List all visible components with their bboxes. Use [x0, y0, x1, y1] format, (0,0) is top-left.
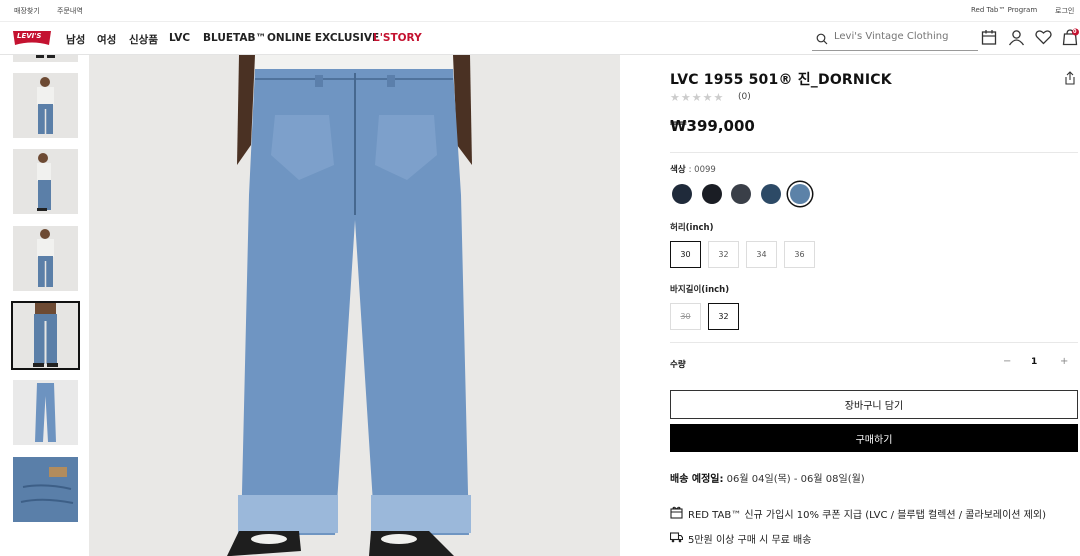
thumbnail-strip [0, 55, 89, 556]
length-size-30[interactable]: 30 [670, 303, 701, 330]
share-icon[interactable] [1064, 71, 1076, 85]
wishlist-heart-icon[interactable] [1035, 29, 1052, 45]
login-link[interactable]: 로그인 [1055, 6, 1074, 16]
shipping-estimate: 배송 예정일: 06월 04일(목) - 06월 08일(월) [670, 470, 865, 485]
product-thumbnail-6[interactable] [13, 380, 78, 445]
color-label: 색상 : 0099 [670, 165, 716, 175]
delivery-truck-icon [670, 532, 683, 543]
rating-stars: ★★★★★ [670, 91, 725, 104]
cart-count-badge: 0 [1073, 29, 1077, 35]
quantity-value: 1 [1031, 357, 1038, 367]
nav-item-lvc[interactable]: LVC [169, 32, 190, 44]
search-icon[interactable] [816, 33, 828, 45]
promo-free-shipping: 5만원 이상 구매 시 무료 배송 [688, 535, 812, 546]
nav-item-new[interactable]: 신상품 [129, 32, 158, 47]
calendar-icon[interactable] [981, 29, 997, 46]
main-nav: LEVI'S 남성 여성 신상품 LVC BLUETAB™ ONLINE EXC… [0, 23, 1080, 55]
quantity-increase-button[interactable]: + [1060, 356, 1068, 367]
product-thumbnail-7[interactable] [13, 457, 78, 522]
buy-now-button[interactable]: 구매하기 [670, 424, 1078, 452]
promo-redtab-coupon: RED TAB™ 신규 가입시 10% 쿠폰 지급 (LVC / 블루탭 컬렉션… [688, 510, 1046, 521]
color-swatch[interactable] [760, 184, 781, 204]
nav-item-bluetab[interactable]: BLUETAB™ [203, 32, 266, 44]
product-price: ₩399,000 [670, 117, 755, 135]
color-swatch[interactable] [790, 184, 810, 204]
search-box [812, 28, 978, 51]
color-swatch[interactable] [731, 184, 751, 204]
product-thumbnail-3[interactable] [13, 149, 78, 214]
divider [670, 152, 1078, 153]
length-size-32[interactable]: 32 [708, 303, 739, 330]
search-input[interactable] [834, 31, 974, 42]
account-icon[interactable] [1008, 29, 1025, 46]
color-swatch[interactable] [701, 184, 722, 204]
quantity-label: 수량 [670, 360, 686, 370]
main-product-image [89, 55, 620, 556]
nav-item-lstory[interactable]: L'STORY [373, 32, 422, 44]
quantity-decrease-button[interactable]: − [1003, 356, 1011, 367]
levis-logo[interactable]: LEVI'S [12, 29, 52, 49]
shipping-dates: 06월 04일(목) - 06월 08일(월) [726, 474, 865, 485]
waist-label: 허리(inch) [670, 223, 714, 233]
coupon-gift-icon [670, 506, 683, 519]
nav-item-online-exclusive[interactable]: ONLINE EXCLUSIVE [267, 32, 379, 44]
red-tab-program-link[interactable]: Red Tab™ Program [971, 6, 1037, 14]
jeans-model-photo [89, 55, 620, 556]
utility-bar: 매장찾기 주문내역 Red Tab™ Program 로그인 [0, 0, 1080, 22]
product-title: LVC 1955 501® 진_DORNICK [670, 72, 892, 88]
store-finder-link[interactable]: 매장찾기 [14, 6, 40, 16]
waist-size-36[interactable]: 36 [784, 241, 815, 268]
divider [670, 342, 1078, 343]
shipping-label: 배송 예정일: [670, 474, 724, 485]
waist-size-30[interactable]: 30 [670, 241, 701, 268]
cart-bag-icon[interactable] [1062, 28, 1080, 46]
waist-size-34[interactable]: 34 [746, 241, 777, 268]
color-value: : 0099 [688, 165, 716, 175]
review-count[interactable]: (0) [738, 92, 751, 102]
add-to-cart-button[interactable]: 장바구니 담기 [670, 390, 1078, 419]
product-thumbnail-2[interactable] [13, 73, 78, 138]
nav-item-men[interactable]: 남성 [66, 32, 85, 47]
product-thumbnail-1[interactable] [13, 55, 78, 62]
order-history-link[interactable]: 주문내역 [57, 6, 83, 16]
product-thumbnail-5-selected[interactable] [11, 301, 80, 370]
product-info-panel: LVC 1955 501® 진_DORNICK ★★★★★ (0) ₩399,0… [670, 55, 1078, 556]
length-label: 바지길이(inch) [670, 285, 730, 295]
logo-text: LEVI'S [17, 32, 42, 40]
waist-size-32[interactable]: 32 [708, 241, 739, 268]
color-swatch[interactable] [672, 184, 692, 204]
product-thumbnail-4[interactable] [13, 226, 78, 291]
nav-item-women[interactable]: 여성 [97, 32, 116, 47]
